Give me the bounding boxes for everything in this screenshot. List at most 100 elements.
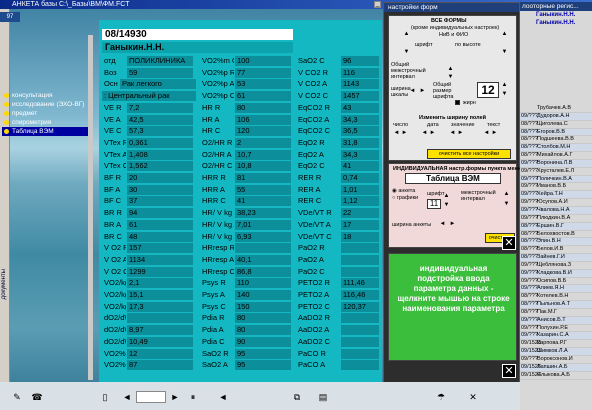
arrow-left-icon[interactable]: ◄ (393, 130, 400, 137)
param-label[interactable]: Psys R (200, 278, 234, 289)
param-label[interactable]: RER A (296, 184, 340, 195)
param-label[interactable]: HRR R (200, 173, 234, 183)
param-value[interactable]: 2 (235, 137, 291, 148)
param-value[interactable] (341, 266, 379, 277)
arrow-left-icon[interactable]: ◄ (216, 391, 230, 403)
param-value[interactable]: 10,8 (235, 161, 291, 172)
list-item[interactable]: 09/???Поличкин.В.А (520, 175, 592, 184)
param-label[interactable]: VO2%p R (200, 67, 234, 78)
list-item[interactable]: 09/???Хрусталев.Е.Л (520, 168, 592, 176)
param-value[interactable]: 59 (127, 67, 193, 78)
param-value[interactable] (341, 336, 379, 347)
param-value[interactable]: : Центральный рак (102, 91, 196, 102)
param-value[interactable]: 0,361 (127, 137, 193, 148)
list-item[interactable]: 09/???Иванов.В.Б (520, 183, 592, 192)
param-label[interactable]: Pdia A (200, 325, 234, 336)
param-value[interactable]: 157 (127, 243, 193, 254)
param-value[interactable]: 1457 (341, 91, 379, 102)
bold-checkbox[interactable] (455, 100, 460, 105)
list-item[interactable]: 09/1524Слыкова.А.Б (520, 372, 592, 380)
param-value[interactable]: 1134 (127, 254, 193, 265)
param-label[interactable]: V O2 R (102, 243, 126, 254)
param-label[interactable]: HR/ V kg R (200, 208, 234, 219)
param-value[interactable]: 17,3 (127, 301, 193, 312)
param-value[interactable] (341, 254, 379, 265)
arrow-left-icon[interactable]: ◄ (449, 130, 456, 137)
param-value[interactable]: 18 (341, 231, 379, 242)
list-item[interactable]: 09/1526Лапшин.А.Б (520, 363, 592, 372)
param-value[interactable]: 110 (235, 278, 291, 289)
list-item[interactable]: 09/???Юсупов.А.И (520, 199, 592, 207)
param-value[interactable]: 53 (235, 79, 291, 90)
param-label[interactable]: HR A (200, 114, 234, 125)
param-label[interactable]: VTex R (102, 137, 126, 148)
param-value[interactable]: 42,5 (127, 114, 193, 125)
param-label[interactable]: V O2 C (102, 266, 126, 277)
param-value[interactable]: 95 (235, 360, 291, 371)
param-value[interactable]: 10,49 (127, 336, 193, 347)
param-value[interactable]: 87 (127, 360, 193, 371)
patient-name[interactable]: Ганыкин.Н.Н. (102, 42, 293, 53)
page-slider[interactable] (136, 391, 166, 403)
list-item[interactable]: 08/???Щиголева.С (520, 121, 592, 129)
param-value[interactable]: 116 (341, 67, 379, 78)
param-label[interactable]: HRresp A (200, 254, 234, 265)
param-value[interactable]: 90 (235, 336, 291, 347)
close-icon[interactable]: ✕ (502, 236, 516, 250)
menu-item-subject[interactable]: предмет (2, 109, 88, 118)
list-item[interactable]: 09/???Дудоров.А.Н (520, 112, 592, 121)
param-label[interactable]: VO2/kg C (102, 301, 126, 312)
param-label[interactable]: EqO2 A (296, 149, 340, 160)
param-value[interactable]: 37 (127, 196, 193, 207)
param-value[interactable]: 94 (127, 208, 193, 219)
param-value[interactable]: 57,3 (127, 126, 193, 137)
top-list-item[interactable]: Ганыкин.Н.Н. (520, 11, 592, 19)
param-value[interactable]: 22 (341, 208, 379, 219)
list-item[interactable]: 08/???Егоров.В.В (520, 128, 592, 137)
param-value[interactable]: 17 (341, 219, 379, 230)
param-label[interactable]: Psys A (200, 290, 234, 300)
param-value[interactable]: 41 (235, 196, 291, 207)
param-value[interactable] (235, 243, 291, 254)
param-value[interactable]: 31,8 (341, 137, 379, 148)
arrow-up-icon[interactable]: ▲ (503, 191, 510, 198)
param-value[interactable]: 10,7 (235, 149, 291, 160)
param-label[interactable]: SaO2 A (200, 360, 234, 371)
list-item[interactable]: 09/???Казарин.С.А (520, 332, 592, 341)
param-label[interactable]: VO2%m A (102, 360, 126, 371)
param-label[interactable]: SaO2 R (200, 348, 234, 359)
param-value[interactable]: 8,97 (127, 325, 193, 336)
arrow-down-icon[interactable]: ▼ (443, 202, 450, 209)
param-label[interactable]: Pdia C (200, 336, 234, 347)
list-item[interactable]: Трубачев.А.В (520, 105, 592, 113)
list-item[interactable]: 09/???Воронина.Л.В (520, 159, 592, 168)
list-item[interactable]: 09/???Осипов.В.Б (520, 278, 592, 286)
document-icon[interactable]: ▤ (316, 391, 330, 403)
param-label[interactable]: RER C (296, 196, 340, 207)
arrow-down-icon[interactable]: ▼ (501, 49, 508, 56)
param-label[interactable]: PETO2 R (296, 278, 340, 289)
close-icon[interactable]: ✕ (466, 391, 480, 403)
param-label[interactable]: VO2%m C (200, 56, 234, 66)
list-item[interactable]: 09/???Кладкова.В.И (520, 269, 592, 278)
param-label[interactable]: VDe/VT C (296, 231, 340, 242)
param-value[interactable]: 80 (235, 325, 291, 336)
param-label[interactable]: HR/ V kg C (200, 231, 234, 242)
list-item[interactable]: 08/???Ершин.В.Г (520, 222, 592, 231)
param-value[interactable]: 1,562 (127, 161, 193, 172)
param-value[interactable]: 116,46 (341, 290, 379, 300)
param-value[interactable]: 30 (127, 184, 193, 195)
param-value[interactable]: 7,01 (235, 219, 291, 230)
param-label[interactable]: dO2/dW A (102, 325, 126, 336)
param-label[interactable]: HR C (200, 126, 234, 137)
param-value[interactable]: 6,93 (235, 231, 291, 242)
menu-item-consultation[interactable]: консультация (2, 91, 88, 100)
param-value[interactable]: 95 (235, 348, 291, 359)
param-value[interactable]: 43 (341, 102, 379, 113)
param-label[interactable]: EqO2 R (296, 137, 340, 148)
arrow-down-icon[interactable]: ▼ (403, 49, 410, 56)
param-value[interactable]: 36,5 (341, 126, 379, 137)
list-item[interactable]: 08/???Эпин.В.Н (520, 238, 592, 247)
param-label[interactable]: отд (102, 56, 126, 66)
arrow-left-icon[interactable]: ◄ (439, 221, 446, 228)
